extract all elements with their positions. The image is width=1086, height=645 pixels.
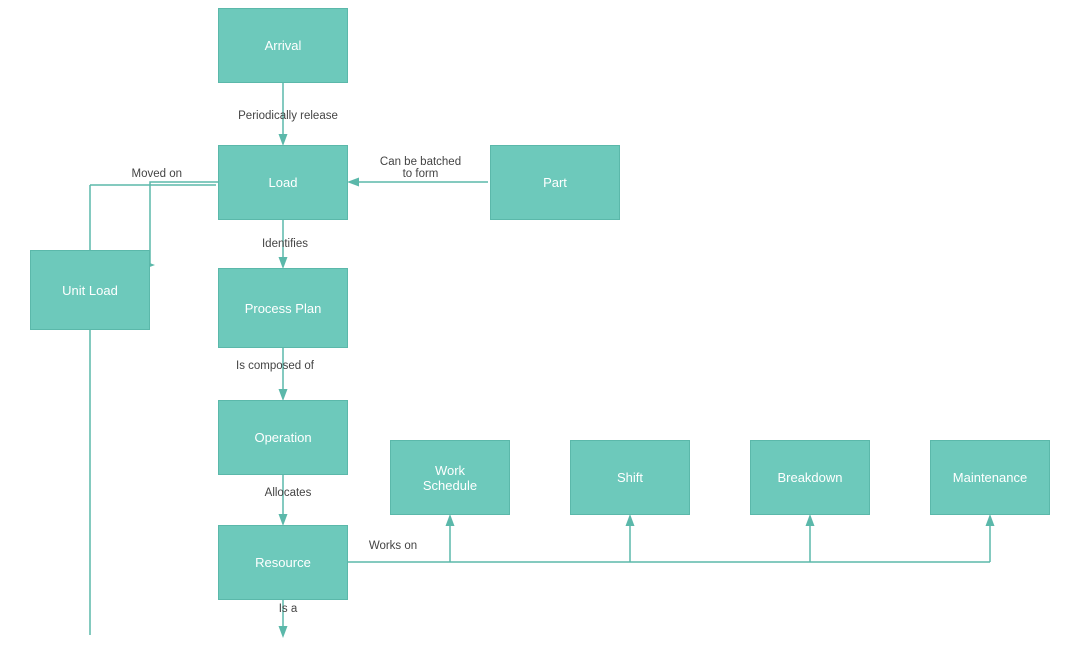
diagram-container: Arrival Load Part Unit Load Process Plan… [0,0,1086,645]
part-node[interactable]: Part [490,145,620,220]
shift-node[interactable]: Shift [570,440,690,515]
maintenance-label: Maintenance [953,470,1027,485]
process-plan-node[interactable]: Process Plan [218,268,348,348]
part-label: Part [543,175,567,190]
unit-load-label: Unit Load [62,283,118,298]
operation-node[interactable]: Operation [218,400,348,475]
label-works-on: Works on [353,540,433,552]
breakdown-label: Breakdown [777,470,842,485]
label-allocates: Allocates [248,487,328,499]
label-can-be-batched: Can be batchedto form [353,156,488,180]
shift-label: Shift [617,470,643,485]
unit-load-node[interactable]: Unit Load [30,250,150,330]
label-moved-on: Moved on [102,168,182,180]
resource-node[interactable]: Resource [218,525,348,600]
label-is-composed-of: Is composed of [215,360,335,372]
label-is-a: Is a [258,603,318,615]
process-plan-label: Process Plan [245,301,322,316]
resource-label: Resource [255,555,311,570]
arrival-node[interactable]: Arrival [218,8,348,83]
arrows-svg [0,0,1086,645]
work-schedule-label: Work Schedule [423,463,477,493]
arrival-label: Arrival [265,38,302,53]
maintenance-node[interactable]: Maintenance [930,440,1050,515]
load-label: Load [269,175,298,190]
breakdown-node[interactable]: Breakdown [750,440,870,515]
label-periodically-release: Periodically release [218,110,358,122]
load-node[interactable]: Load [218,145,348,220]
work-schedule-node[interactable]: Work Schedule [390,440,510,515]
label-identifies: Identifies [245,238,325,250]
operation-label: Operation [254,430,311,445]
